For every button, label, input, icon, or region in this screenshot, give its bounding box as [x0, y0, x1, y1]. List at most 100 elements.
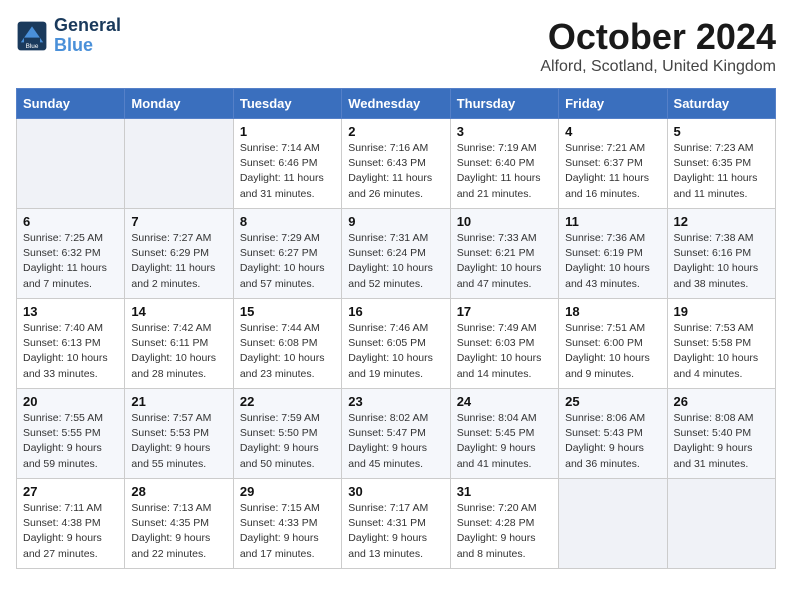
day-info: Sunrise: 7:15 AM Sunset: 4:33 PM Dayligh… [240, 501, 335, 562]
day-number: 18 [565, 304, 660, 319]
day-number: 15 [240, 304, 335, 319]
calendar-week-row: 13 Sunrise: 7:40 AM Sunset: 6:13 PM Dayli… [17, 299, 776, 389]
day-info: Sunrise: 7:11 AM Sunset: 4:38 PM Dayligh… [23, 501, 118, 562]
day-info: Sunrise: 7:51 AM Sunset: 6:00 PM Dayligh… [565, 321, 660, 382]
calendar-cell [559, 479, 667, 569]
calendar-cell: 15 Sunrise: 7:44 AM Sunset: 6:08 PM Dayli… [233, 299, 341, 389]
day-number: 10 [457, 214, 552, 229]
day-info: Sunrise: 8:02 AM Sunset: 5:47 PM Dayligh… [348, 411, 443, 472]
dow-header: Friday [559, 89, 667, 119]
day-info: Sunrise: 7:19 AM Sunset: 6:40 PM Dayligh… [457, 141, 552, 202]
day-info: Sunrise: 7:40 AM Sunset: 6:13 PM Dayligh… [23, 321, 118, 382]
dow-header: Monday [125, 89, 233, 119]
logo: Blue General Blue [16, 16, 121, 56]
calendar-cell: 8Sunrise: 7:29 AM Sunset: 6:27 PM Daylig… [233, 209, 341, 299]
calendar-cell: 5 Sunrise: 7:23 AM Sunset: 6:35 PM Daylig… [667, 119, 775, 209]
day-info: Sunrise: 7:44 AM Sunset: 6:08 PM Dayligh… [240, 321, 335, 382]
day-number: 11 [565, 214, 660, 229]
calendar-week-row: 6 Sunrise: 7:25 AM Sunset: 6:32 PM Daylig… [17, 209, 776, 299]
dow-header: Tuesday [233, 89, 341, 119]
day-info: Sunrise: 7:23 AM Sunset: 6:35 PM Dayligh… [674, 141, 769, 202]
dow-header: Wednesday [342, 89, 450, 119]
page-header: Blue General Blue October 2024 Alford, S… [16, 16, 776, 76]
day-info: Sunrise: 7:25 AM Sunset: 6:32 PM Dayligh… [23, 231, 118, 292]
calendar-cell: 26Sunrise: 8:08 AM Sunset: 5:40 PM Dayli… [667, 389, 775, 479]
calendar-cell: 4 Sunrise: 7:21 AM Sunset: 6:37 PM Daylig… [559, 119, 667, 209]
calendar-cell: 29 Sunrise: 7:15 AM Sunset: 4:33 PM Dayli… [233, 479, 341, 569]
calendar-cell: 25 Sunrise: 8:06 AM Sunset: 5:43 PM Dayli… [559, 389, 667, 479]
day-number: 21 [131, 394, 226, 409]
day-number: 17 [457, 304, 552, 319]
day-number: 2 [348, 124, 443, 139]
day-number: 29 [240, 484, 335, 499]
calendar-body: 1 Sunrise: 7:14 AM Sunset: 6:46 PM Daylig… [17, 119, 776, 569]
calendar-cell: 1 Sunrise: 7:14 AM Sunset: 6:46 PM Daylig… [233, 119, 341, 209]
day-number: 25 [565, 394, 660, 409]
day-number: 6 [23, 214, 118, 229]
calendar-cell: 6 Sunrise: 7:25 AM Sunset: 6:32 PM Daylig… [17, 209, 125, 299]
day-info: Sunrise: 7:46 AM Sunset: 6:05 PM Dayligh… [348, 321, 443, 382]
day-info: Sunrise: 7:31 AM Sunset: 6:24 PM Dayligh… [348, 231, 443, 292]
dow-header: Saturday [667, 89, 775, 119]
day-info: Sunrise: 8:04 AM Sunset: 5:45 PM Dayligh… [457, 411, 552, 472]
day-number: 3 [457, 124, 552, 139]
day-number: 9 [348, 214, 443, 229]
day-info: Sunrise: 7:42 AM Sunset: 6:11 PM Dayligh… [131, 321, 226, 382]
day-number: 1 [240, 124, 335, 139]
calendar-cell: 18 Sunrise: 7:51 AM Sunset: 6:00 PM Dayli… [559, 299, 667, 389]
day-number: 5 [674, 124, 769, 139]
calendar-cell: 30 Sunrise: 7:17 AM Sunset: 4:31 PM Dayli… [342, 479, 450, 569]
logo-line1: General [54, 16, 121, 36]
location: Alford, Scotland, United Kingdom [540, 58, 776, 76]
day-number: 30 [348, 484, 443, 499]
dow-header: Thursday [450, 89, 558, 119]
calendar-cell [667, 479, 775, 569]
day-number: 23 [348, 394, 443, 409]
day-info: Sunrise: 7:21 AM Sunset: 6:37 PM Dayligh… [565, 141, 660, 202]
logo-icon: Blue [16, 20, 48, 52]
calendar-cell: 3 Sunrise: 7:19 AM Sunset: 6:40 PM Daylig… [450, 119, 558, 209]
calendar-cell: 27 Sunrise: 7:11 AM Sunset: 4:38 PM Dayli… [17, 479, 125, 569]
day-info: Sunrise: 7:16 AM Sunset: 6:43 PM Dayligh… [348, 141, 443, 202]
day-number: 28 [131, 484, 226, 499]
day-number: 4 [565, 124, 660, 139]
calendar-cell [125, 119, 233, 209]
calendar-cell: 20 Sunrise: 7:55 AM Sunset: 5:55 PM Dayli… [17, 389, 125, 479]
day-info: Sunrise: 7:38 AM Sunset: 6:16 PM Dayligh… [674, 231, 769, 292]
day-number: 26 [674, 394, 769, 409]
day-number: 22 [240, 394, 335, 409]
day-number: 31 [457, 484, 552, 499]
calendar-cell: 13 Sunrise: 7:40 AM Sunset: 6:13 PM Dayli… [17, 299, 125, 389]
month-title: October 2024 [540, 16, 776, 58]
calendar-cell: 21 Sunrise: 7:57 AM Sunset: 5:53 PM Dayli… [125, 389, 233, 479]
title-block: October 2024 Alford, Scotland, United Ki… [540, 16, 776, 76]
day-number: 27 [23, 484, 118, 499]
day-info: Sunrise: 7:57 AM Sunset: 5:53 PM Dayligh… [131, 411, 226, 472]
calendar-week-row: 20 Sunrise: 7:55 AM Sunset: 5:55 PM Dayli… [17, 389, 776, 479]
day-info: Sunrise: 7:14 AM Sunset: 6:46 PM Dayligh… [240, 141, 335, 202]
day-number: 20 [23, 394, 118, 409]
day-info: Sunrise: 7:13 AM Sunset: 4:35 PM Dayligh… [131, 501, 226, 562]
calendar-cell: 7Sunrise: 7:27 AM Sunset: 6:29 PM Daylig… [125, 209, 233, 299]
day-info: Sunrise: 7:55 AM Sunset: 5:55 PM Dayligh… [23, 411, 118, 472]
calendar-cell: 17 Sunrise: 7:49 AM Sunset: 6:03 PM Dayli… [450, 299, 558, 389]
calendar-cell [17, 119, 125, 209]
day-info: Sunrise: 8:06 AM Sunset: 5:43 PM Dayligh… [565, 411, 660, 472]
calendar-week-row: 1 Sunrise: 7:14 AM Sunset: 6:46 PM Daylig… [17, 119, 776, 209]
calendar-cell: 16 Sunrise: 7:46 AM Sunset: 6:05 PM Dayli… [342, 299, 450, 389]
day-number: 16 [348, 304, 443, 319]
day-info: Sunrise: 7:49 AM Sunset: 6:03 PM Dayligh… [457, 321, 552, 382]
calendar-cell: 12 Sunrise: 7:38 AM Sunset: 6:16 PM Dayli… [667, 209, 775, 299]
day-number: 13 [23, 304, 118, 319]
day-number: 7 [131, 214, 226, 229]
day-number: 12 [674, 214, 769, 229]
dow-header: Sunday [17, 89, 125, 119]
calendar-cell: 19 Sunrise: 7:53 AM Sunset: 5:58 PM Dayli… [667, 299, 775, 389]
day-number: 8 [240, 214, 335, 229]
calendar-week-row: 27 Sunrise: 7:11 AM Sunset: 4:38 PM Dayli… [17, 479, 776, 569]
day-number: 19 [674, 304, 769, 319]
day-info: Sunrise: 7:33 AM Sunset: 6:21 PM Dayligh… [457, 231, 552, 292]
calendar-cell: 23 Sunrise: 8:02 AM Sunset: 5:47 PM Dayli… [342, 389, 450, 479]
day-info: Sunrise: 7:17 AM Sunset: 4:31 PM Dayligh… [348, 501, 443, 562]
day-info: Sunrise: 7:53 AM Sunset: 5:58 PM Dayligh… [674, 321, 769, 382]
